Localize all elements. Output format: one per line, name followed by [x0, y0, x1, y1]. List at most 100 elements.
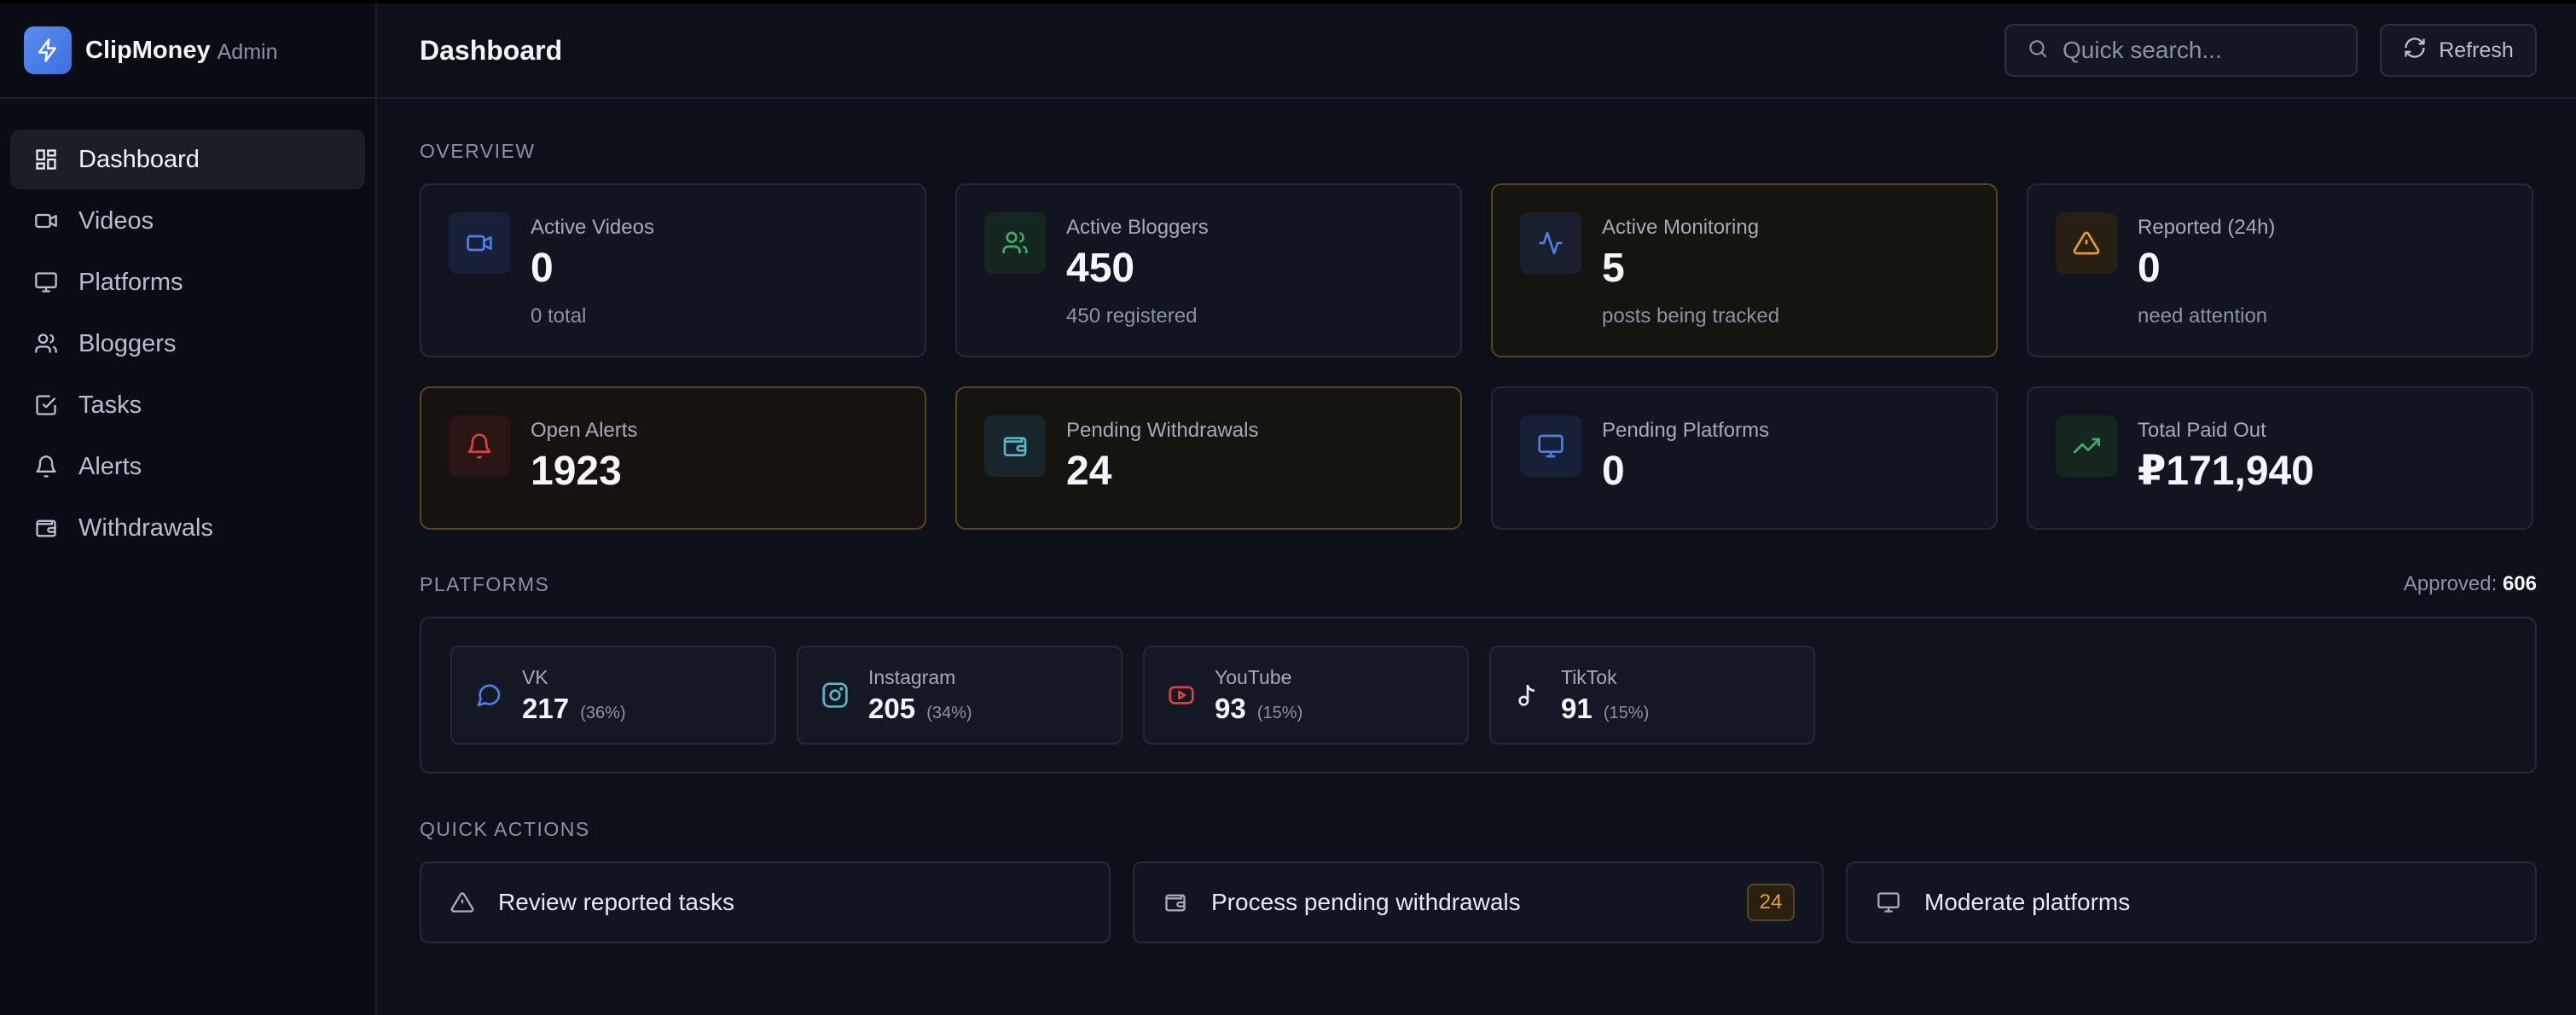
platform-count: 91 — [1561, 692, 1593, 724]
stat-value: 0 — [2138, 246, 2161, 291]
quick-actions: Review reported tasks Process pending wi… — [420, 861, 2537, 943]
alert-triangle-icon — [449, 889, 476, 916]
users-icon — [984, 212, 1046, 274]
platforms-panel: VK 217 (36%) Instagram 205 (34%) YouTube… — [420, 617, 2537, 774]
stat-sub: 450 registered — [1066, 304, 1198, 328]
app-root: ClipMoney Admin Dashboard Videos Platfor… — [0, 0, 2576, 1015]
platform-pct: (15%) — [1603, 703, 1650, 722]
action-label: Process pending withdrawals — [1211, 889, 1521, 915]
platform-name: VK — [522, 665, 548, 688]
alert-triangle-icon — [2056, 212, 2117, 274]
grid-icon — [32, 146, 60, 173]
stat-value: 0 — [531, 246, 554, 291]
platform-card-vk[interactable]: VK 217 (36%) — [450, 646, 776, 745]
dashboard-content: OVERVIEW Active Videos 0 0 total Active … — [377, 140, 2576, 943]
trending-up-icon — [2056, 415, 2117, 477]
moderate-platforms-button[interactable]: Moderate platforms — [1846, 861, 2537, 943]
main-content: Dashboard Refresh OVERVIEW — [377, 3, 2576, 1015]
sidebar: ClipMoney Admin Dashboard Videos Platfor… — [0, 3, 377, 1015]
approved-label: Approved: — [2403, 572, 2498, 595]
lightning-icon — [24, 26, 72, 74]
sidebar-item-label: Dashboard — [78, 145, 200, 173]
refresh-button[interactable]: Refresh — [2380, 24, 2537, 77]
monitor-icon — [1520, 415, 1581, 477]
platform-card-youtube[interactable]: YouTube 93 (15%) — [1143, 646, 1469, 745]
review-reported-tasks-button[interactable]: Review reported tasks — [420, 861, 1111, 943]
stat-sub: posts being tracked — [1602, 304, 1780, 328]
stat-card-pending-withdrawals[interactable]: Pending Withdrawals 24 — [955, 386, 1462, 530]
brand[interactable]: ClipMoney Admin — [0, 3, 375, 99]
activity-icon — [1520, 212, 1581, 274]
sidebar-item-tasks[interactable]: Tasks — [10, 375, 365, 435]
sidebar-item-videos[interactable]: Videos — [10, 191, 365, 251]
wallet-icon — [1162, 889, 1189, 916]
platforms-heading: PLATFORMS — [420, 572, 550, 595]
page-title: Dashboard — [420, 34, 563, 66]
platform-count: 217 — [522, 692, 570, 724]
users-icon — [32, 330, 60, 357]
message-circle-icon — [474, 681, 503, 710]
monitor-icon — [1875, 889, 1902, 916]
refresh-label: Refresh — [2439, 38, 2514, 62]
wallet-icon — [984, 415, 1046, 477]
stat-card-reported-24h[interactable]: Reported (24h) 0 need attention — [2027, 183, 2533, 357]
stat-value: ₽171,940 — [2138, 449, 2314, 494]
sidebar-item-withdrawals[interactable]: Withdrawals — [10, 498, 365, 558]
stats-grid: Active Videos 0 0 total Active Bloggers … — [420, 183, 2537, 530]
stat-value: 5 — [1602, 246, 1625, 291]
overview-heading: OVERVIEW — [420, 140, 536, 162]
checkbox-icon — [32, 392, 60, 419]
platform-count: 93 — [1215, 692, 1246, 724]
stat-label: Total Paid Out — [2138, 419, 2266, 442]
sidebar-nav: Dashboard Videos Platforms Bloggers Task… — [0, 99, 375, 590]
sidebar-item-alerts[interactable]: Alerts — [10, 437, 365, 496]
brand-sub: Admin — [217, 39, 278, 64]
monitor-icon — [32, 269, 60, 296]
platform-name: YouTube — [1215, 665, 1292, 688]
instagram-icon — [821, 681, 850, 710]
sidebar-item-label: Bloggers — [78, 329, 177, 357]
platforms-header: PLATFORMS Approved: 606 — [420, 572, 2537, 596]
stat-sub: need attention — [2138, 304, 2268, 328]
platform-card-tiktok[interactable]: TikTok 91 (15%) — [1489, 646, 1815, 745]
sidebar-item-label: Withdrawals — [78, 513, 213, 542]
search-box[interactable] — [2005, 24, 2358, 77]
action-label: Moderate platforms — [1924, 889, 2131, 915]
sidebar-item-platforms[interactable]: Platforms — [10, 252, 365, 312]
platform-name: TikTok — [1561, 665, 1617, 688]
topbar: Dashboard Refresh — [377, 3, 2576, 99]
stat-value: 450 — [1066, 246, 1135, 291]
stat-card-total-paid-out[interactable]: Total Paid Out ₽171,940 — [2027, 386, 2533, 530]
refresh-icon — [2403, 36, 2427, 66]
process-withdrawals-button[interactable]: Process pending withdrawals 24 — [1133, 861, 1824, 943]
quick-actions-heading: QUICK ACTIONS — [420, 818, 590, 840]
approved-count: Approved: 606 — [2404, 572, 2537, 596]
stat-card-active-bloggers[interactable]: Active Bloggers 450 450 registered — [955, 183, 1462, 357]
platform-pct: (36%) — [580, 703, 626, 722]
count-badge: 24 — [1747, 884, 1795, 921]
sidebar-item-label: Tasks — [78, 391, 142, 419]
stat-sub: 0 total — [531, 304, 587, 328]
platform-count: 205 — [868, 692, 916, 724]
sidebar-item-label: Videos — [78, 206, 154, 235]
action-label: Review reported tasks — [498, 889, 735, 915]
stat-label: Active Monitoring — [1602, 216, 1760, 239]
bell-icon — [32, 453, 60, 480]
stat-card-pending-platforms[interactable]: Pending Platforms 0 — [1491, 386, 1998, 530]
stat-card-active-videos[interactable]: Active Videos 0 0 total — [420, 183, 926, 357]
sidebar-item-label: Alerts — [78, 452, 142, 480]
stat-value: 1923 — [531, 449, 622, 494]
platform-card-instagram[interactable]: Instagram 205 (34%) — [797, 646, 1123, 745]
sidebar-item-dashboard[interactable]: Dashboard — [10, 130, 365, 189]
approved-value: 606 — [2502, 572, 2537, 595]
stat-value: 0 — [1602, 449, 1625, 494]
sidebar-item-bloggers[interactable]: Bloggers — [10, 314, 365, 374]
platform-pct: (15%) — [1256, 703, 1303, 722]
platform-pct: (34%) — [926, 703, 972, 722]
search-input[interactable] — [2063, 37, 2335, 64]
stat-label: Reported (24h) — [2138, 216, 2276, 239]
stat-card-active-monitoring[interactable]: Active Monitoring 5 posts being tracked — [1491, 183, 1998, 357]
stat-card-open-alerts[interactable]: Open Alerts 1923 — [420, 386, 926, 530]
stat-label: Pending Platforms — [1602, 419, 1770, 442]
video-icon — [449, 212, 510, 274]
